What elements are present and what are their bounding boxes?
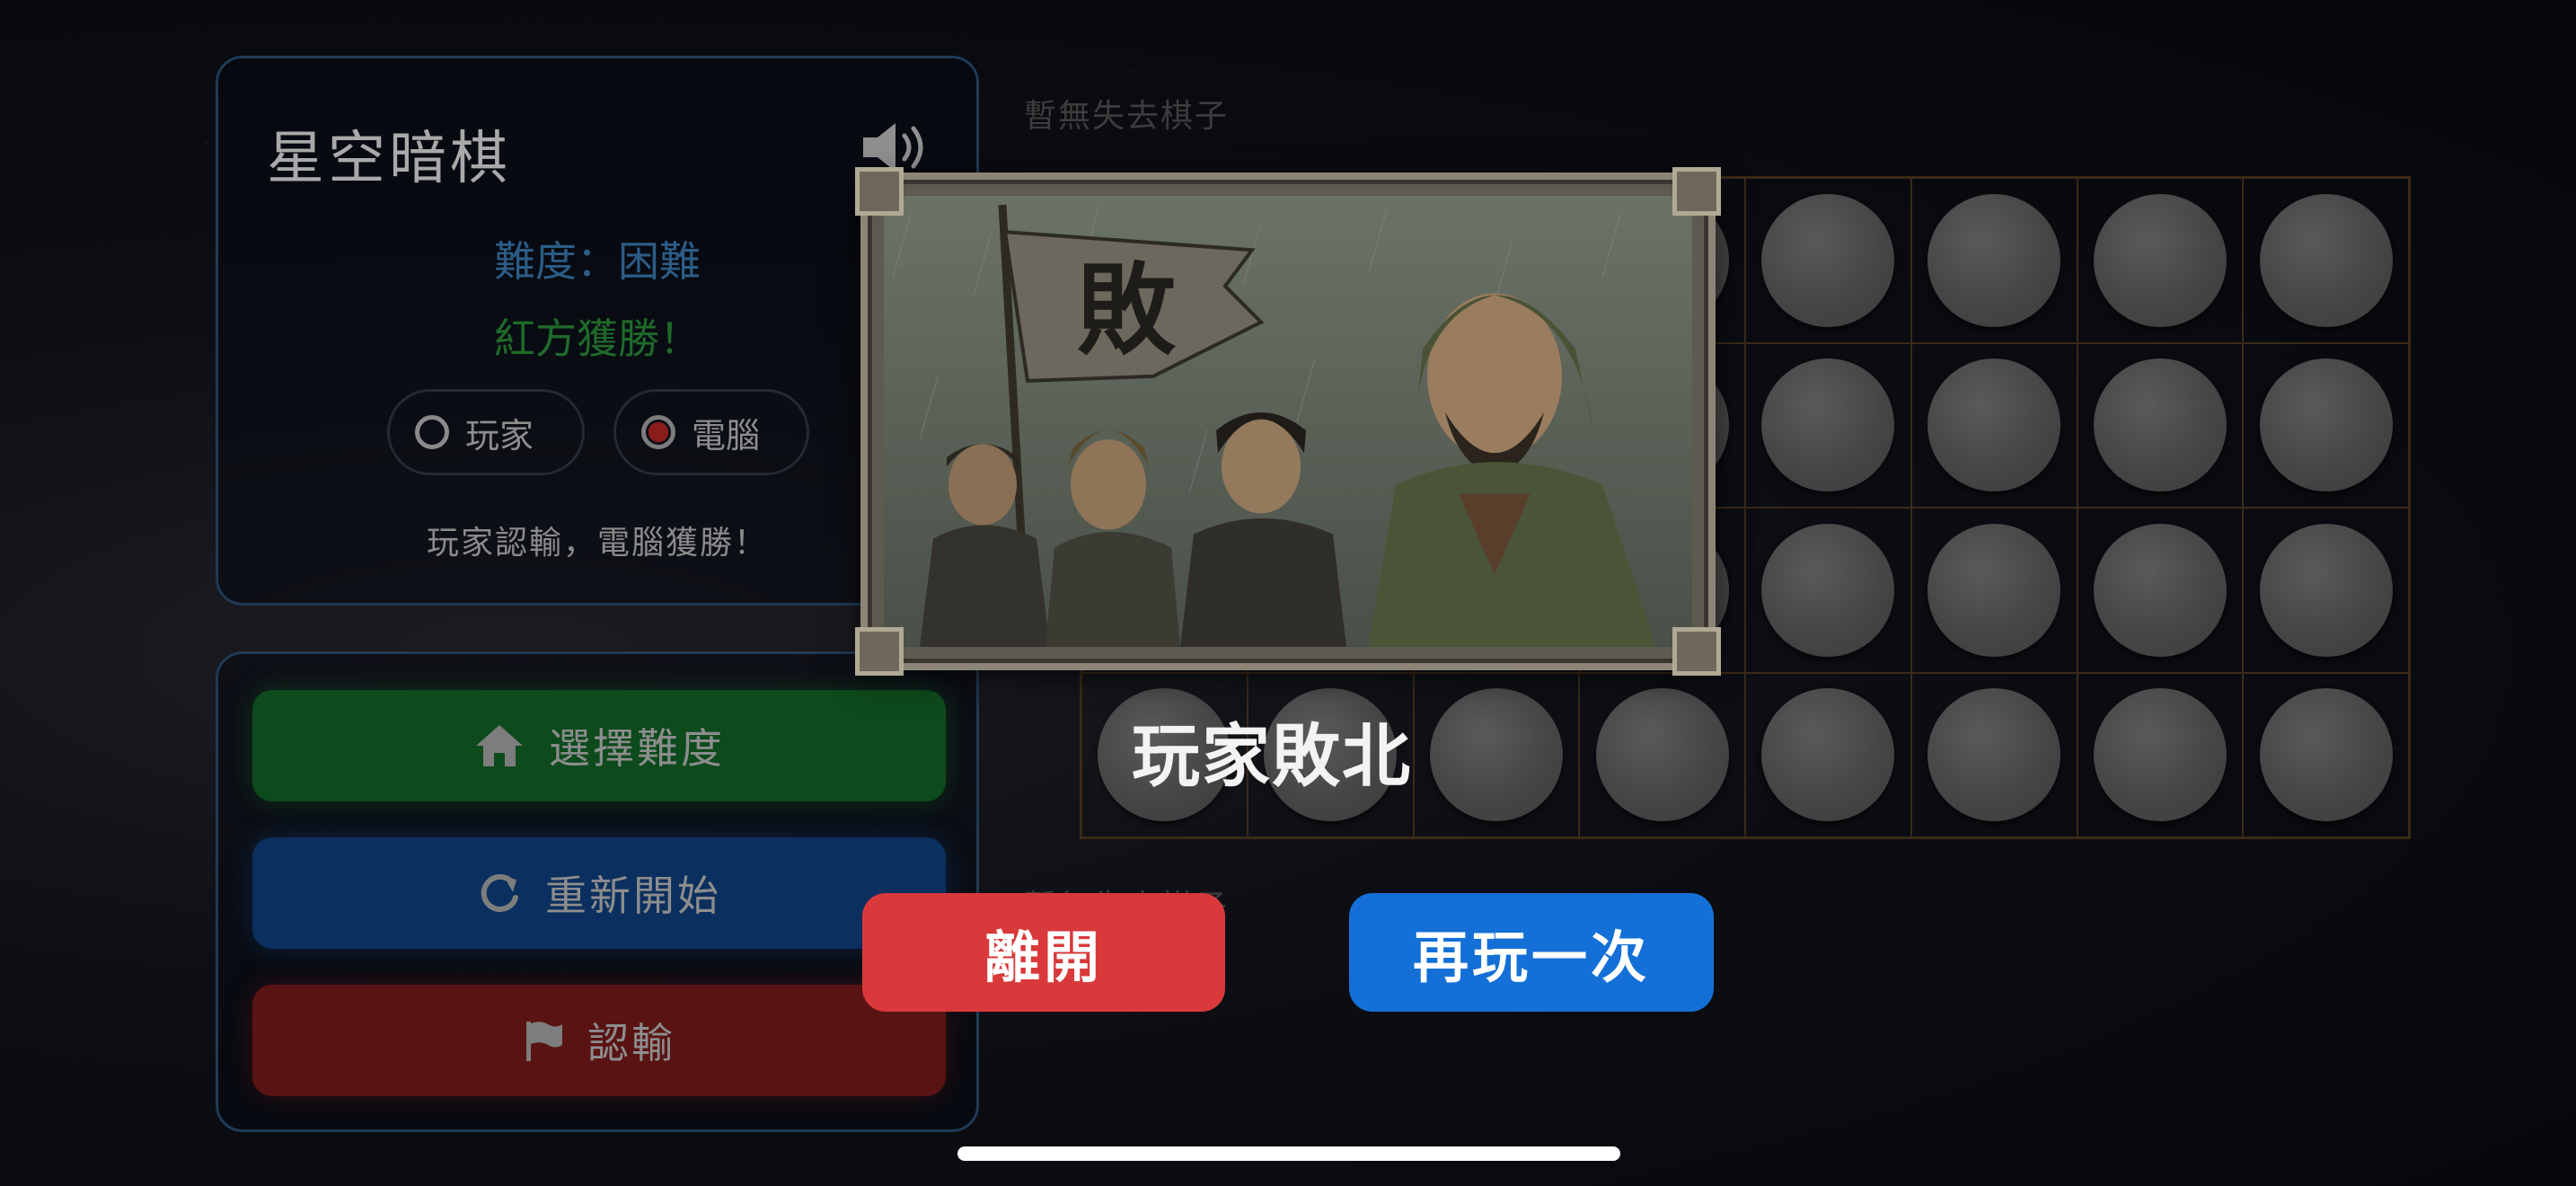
frame-corner bbox=[855, 167, 904, 216]
frame-corner bbox=[1672, 627, 1721, 676]
defeat-title: 玩家敗北 bbox=[1132, 716, 1412, 796]
defeated-soldiers-illustration: 敗 bbox=[884, 196, 1692, 647]
frame-corner bbox=[855, 627, 904, 676]
banner-character: 敗 bbox=[1077, 252, 1177, 367]
defeat-illustration-frame: 敗 bbox=[855, 167, 1721, 676]
play-again-button[interactable]: 再玩一次 bbox=[1349, 893, 1714, 1012]
home-indicator[interactable] bbox=[957, 1146, 1620, 1161]
defeat-overlay: 敗 玩家敗北 離開 再玩一次 bbox=[0, 0, 2576, 1186]
leave-button[interactable]: 離開 bbox=[862, 893, 1225, 1012]
frame-corner bbox=[1672, 167, 1721, 216]
